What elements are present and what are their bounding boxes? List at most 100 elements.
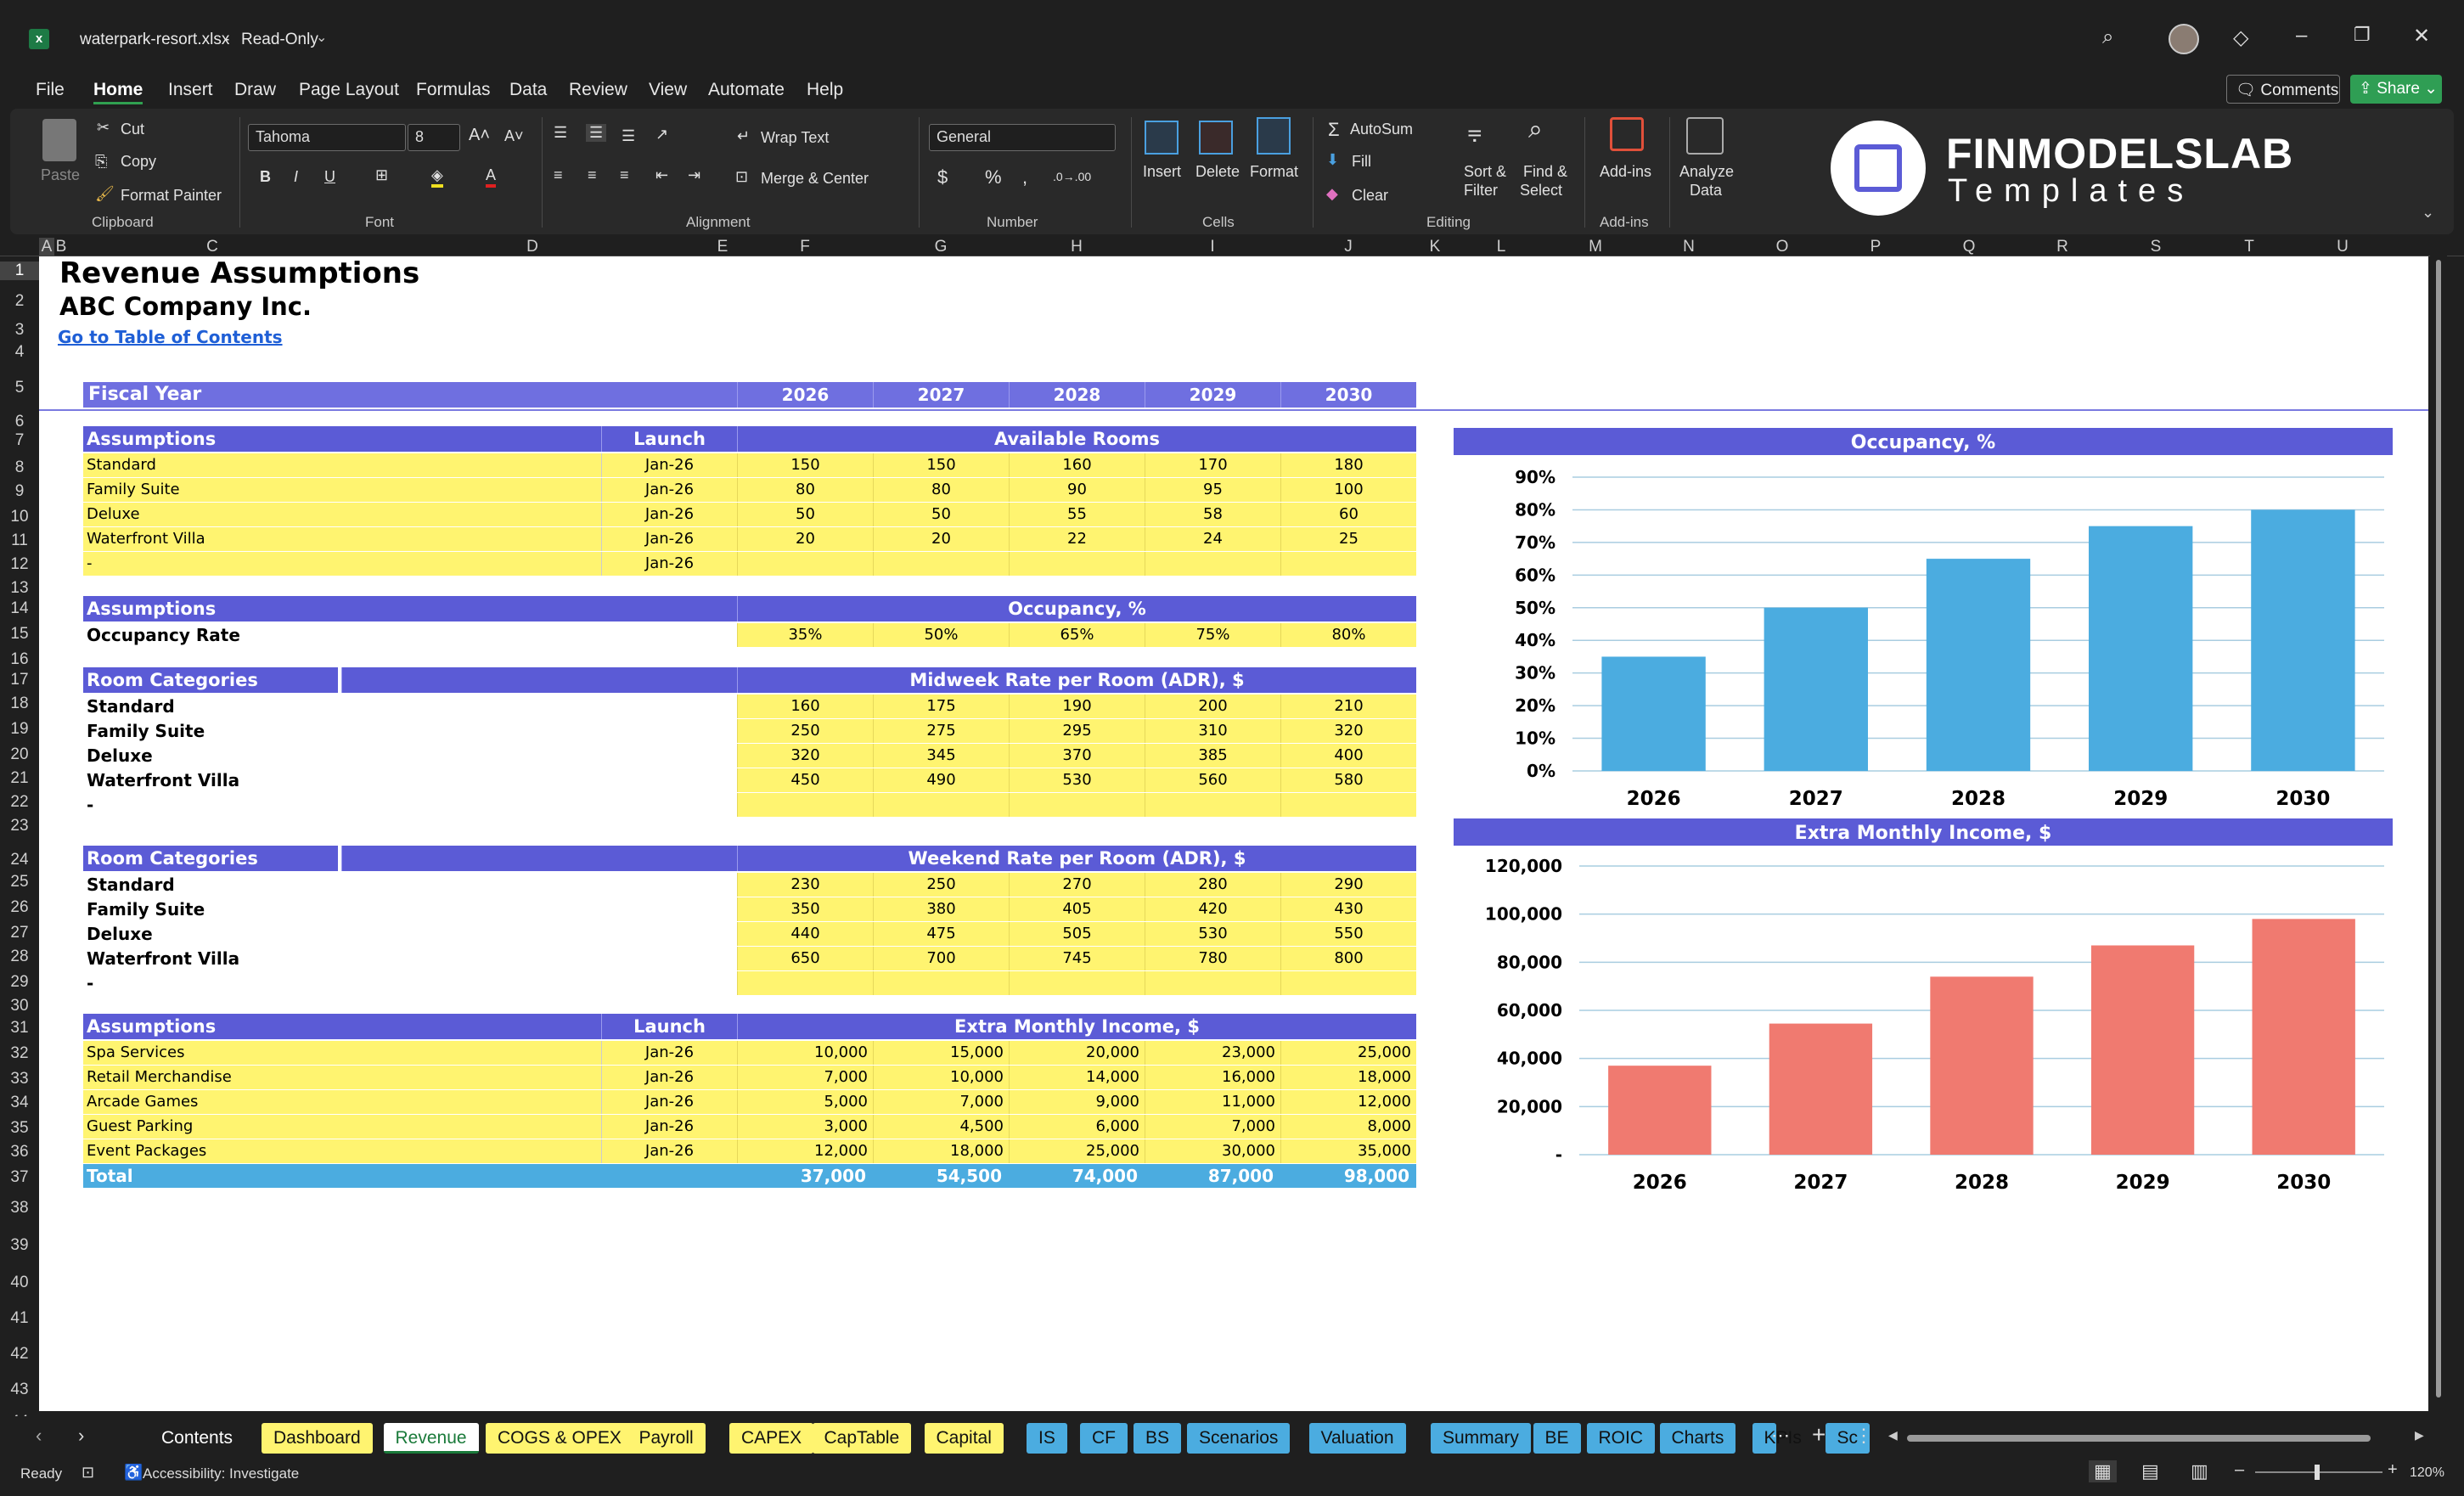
fiscal-year-cell[interactable]: 2028 bbox=[1009, 382, 1145, 408]
value-cell[interactable]: 175 bbox=[873, 695, 1009, 718]
indent-increase-icon[interactable]: ⇥ bbox=[688, 166, 700, 184]
value-cell[interactable]: 50 bbox=[873, 503, 1009, 526]
wrap-text-button[interactable]: Wrap Text bbox=[761, 129, 829, 147]
horizontal-scrollbar[interactable]: ◀ ▶ bbox=[1888, 1428, 2424, 1445]
value-cell[interactable] bbox=[873, 971, 1009, 995]
align-middle-icon[interactable]: ☰ bbox=[586, 124, 607, 142]
company-name[interactable]: ABC Company Inc. bbox=[59, 292, 654, 321]
value-cell[interactable]: 20 bbox=[873, 527, 1009, 551]
row-label[interactable]: Standard bbox=[83, 695, 338, 718]
align-bottom-icon[interactable]: ☰ bbox=[622, 127, 635, 145]
menu-draw[interactable]: Draw bbox=[234, 80, 276, 100]
align-top-icon[interactable]: ☰ bbox=[554, 124, 567, 142]
value-cell[interactable]: 345 bbox=[873, 744, 1009, 768]
delete-cells-icon[interactable] bbox=[1199, 121, 1233, 155]
scroll-right-icon[interactable]: ▶ bbox=[2415, 1428, 2424, 1443]
align-left-icon[interactable]: ≡ bbox=[554, 166, 563, 184]
row-header[interactable]: 38 bbox=[0, 1199, 39, 1218]
launch-cell[interactable]: Jan-26 bbox=[601, 1115, 737, 1139]
status-accessibility[interactable]: Accessibility: Investigate bbox=[143, 1465, 299, 1482]
column-header[interactable]: I bbox=[1145, 238, 1280, 256]
bold-icon[interactable]: B bbox=[260, 168, 271, 186]
launch-cell[interactable]: Jan-26 bbox=[601, 478, 737, 502]
row-label[interactable]: Guest Parking bbox=[83, 1115, 601, 1139]
merge-center-button[interactable]: Merge & Center bbox=[761, 170, 869, 188]
font-color-icon[interactable]: A bbox=[486, 166, 497, 188]
value-cell[interactable]: 400 bbox=[1280, 744, 1416, 768]
value-cell[interactable]: 9,000 bbox=[1009, 1090, 1145, 1114]
zoom-level[interactable]: 120% bbox=[2410, 1465, 2444, 1481]
row-header[interactable]: 40 bbox=[0, 1274, 39, 1292]
row-header[interactable]: 5 bbox=[0, 379, 39, 397]
sheet-tab[interactable]: CF bbox=[1080, 1423, 1128, 1454]
value-cell[interactable] bbox=[737, 552, 873, 576]
column-header[interactable]: K bbox=[1416, 238, 1454, 256]
value-cell[interactable]: 250 bbox=[737, 719, 873, 743]
value-cell[interactable]: 440 bbox=[737, 922, 873, 946]
insert-cells-button[interactable]: Insert bbox=[1143, 163, 1181, 181]
column-header[interactable]: F bbox=[737, 238, 873, 256]
row-header[interactable]: 31 bbox=[0, 1019, 39, 1038]
sheet-tab[interactable]: Summary bbox=[1431, 1423, 1531, 1454]
sheet-tab[interactable]: Scenarios bbox=[1187, 1423, 1291, 1454]
row-label[interactable]: Family Suite bbox=[83, 719, 338, 743]
minimize-icon[interactable]: – bbox=[2296, 24, 2307, 48]
underline-icon[interactable]: U bbox=[324, 168, 335, 186]
scroll-left-icon[interactable]: ◀ bbox=[1888, 1428, 1898, 1443]
value-cell[interactable]: 55 bbox=[1009, 503, 1145, 526]
value-cell[interactable]: 7,000 bbox=[873, 1090, 1009, 1114]
row-header[interactable]: 22 bbox=[0, 793, 39, 812]
column-header[interactable]: L bbox=[1454, 238, 1549, 256]
column-header[interactable]: J bbox=[1280, 238, 1416, 256]
sheet-tab[interactable]: Payroll bbox=[627, 1423, 706, 1454]
value-cell[interactable]: 80 bbox=[873, 478, 1009, 502]
row-header[interactable]: 30 bbox=[0, 997, 39, 1015]
value-cell[interactable]: 4,500 bbox=[873, 1115, 1009, 1139]
row-header[interactable]: 17 bbox=[0, 671, 39, 689]
row-header[interactable]: 20 bbox=[0, 745, 39, 764]
fiscal-year-cell[interactable]: 2027 bbox=[873, 382, 1009, 408]
row-header[interactable]: 33 bbox=[0, 1070, 39, 1088]
value-cell[interactable] bbox=[1009, 793, 1145, 817]
next-sheet-icon[interactable]: › bbox=[78, 1425, 84, 1447]
row-label[interactable]: Occupancy Rate bbox=[83, 623, 601, 647]
row-header[interactable]: 13 bbox=[0, 579, 39, 598]
value-cell[interactable]: 25,000 bbox=[1009, 1139, 1145, 1163]
accessibility-icon[interactable]: ♿ bbox=[124, 1464, 143, 1482]
launch-cell[interactable]: Jan-26 bbox=[601, 1139, 737, 1163]
insert-cells-icon[interactable] bbox=[1145, 121, 1179, 155]
row-header[interactable]: 41 bbox=[0, 1309, 39, 1328]
value-cell[interactable]: 20,000 bbox=[1009, 1041, 1145, 1065]
launch-cell[interactable]: Jan-26 bbox=[601, 527, 737, 551]
more-sheets-icon[interactable]: ⋯ bbox=[1771, 1425, 1790, 1447]
value-cell[interactable]: 30,000 bbox=[1145, 1139, 1280, 1163]
value-cell[interactable] bbox=[873, 793, 1009, 817]
value-cell[interactable]: 190 bbox=[1009, 695, 1145, 718]
indent-decrease-icon[interactable]: ⇤ bbox=[655, 166, 668, 184]
value-cell[interactable]: 370 bbox=[1009, 744, 1145, 768]
row-header[interactable]: 39 bbox=[0, 1236, 39, 1255]
sheet-tab[interactable]: CapTable bbox=[812, 1423, 912, 1454]
menu-page-layout[interactable]: Page Layout bbox=[299, 80, 399, 100]
section-header[interactable]: Room Categories bbox=[83, 667, 338, 693]
value-cell[interactable]: 420 bbox=[1145, 897, 1280, 921]
column-header[interactable]: B bbox=[54, 238, 68, 256]
increase-decimal-icon[interactable]: .0→.00 bbox=[1053, 170, 1091, 183]
value-cell[interactable] bbox=[737, 971, 873, 995]
column-header[interactable]: R bbox=[2016, 238, 2109, 256]
section-header-spacer[interactable] bbox=[341, 667, 737, 693]
sheet-tab[interactable]: ROIC bbox=[1586, 1423, 1655, 1454]
value-cell[interactable]: 12,000 bbox=[1280, 1090, 1416, 1114]
value-cell[interactable]: 10,000 bbox=[873, 1066, 1009, 1089]
value-cell[interactable] bbox=[1145, 552, 1280, 576]
value-cell[interactable] bbox=[1009, 971, 1145, 995]
launch-cell[interactable]: Jan-26 bbox=[601, 503, 737, 526]
normal-view-icon[interactable]: ▦ bbox=[2089, 1460, 2117, 1482]
row-header[interactable]: 37 bbox=[0, 1168, 39, 1187]
launch-cell[interactable]: Jan-26 bbox=[601, 552, 737, 576]
borders-icon[interactable]: ⊞ bbox=[375, 166, 388, 184]
launch-cell[interactable]: Jan-26 bbox=[601, 453, 737, 477]
row-header[interactable]: 21 bbox=[0, 769, 39, 788]
row-label[interactable]: - bbox=[83, 971, 338, 995]
row-header[interactable]: 8 bbox=[0, 458, 39, 477]
